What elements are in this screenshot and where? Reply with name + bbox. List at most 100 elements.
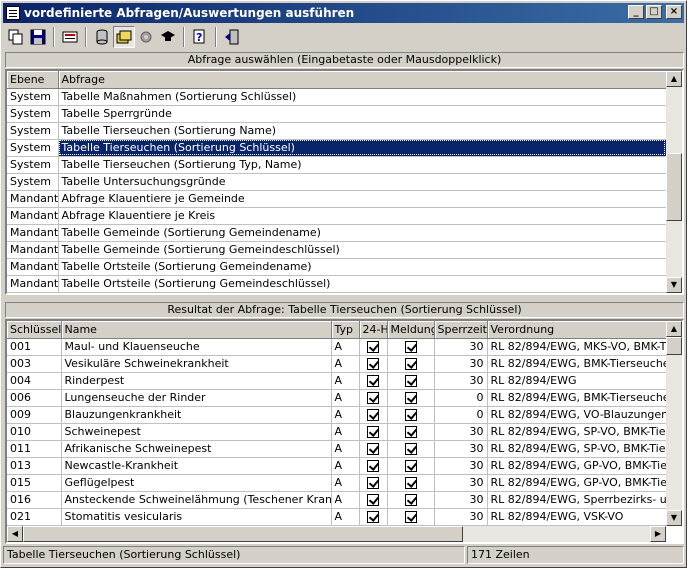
query-cell-abfrage[interactable]: Tabelle Tierseuchen (Sortierung Schlüsse…: [58, 139, 667, 157]
result-cell-meldung[interactable]: [387, 406, 435, 424]
result-cell-sperrzeit[interactable]: 30: [434, 372, 488, 390]
result-cell-sperrzeit[interactable]: 30: [434, 355, 488, 373]
result-cell-typ[interactable]: A: [331, 457, 360, 475]
result-cell-name[interactable]: Blauzungenkrankheit: [61, 406, 332, 424]
checkbox-24h[interactable]: [367, 409, 379, 421]
query-cell-abfrage[interactable]: Tabelle Tierseuchen (Sortierung Name): [58, 122, 667, 140]
result-row[interactable]: 013 Newcastle-Krankheit A 30 RL 82/894/EWG, …: [7, 457, 682, 475]
checkbox-meldung[interactable]: [404, 494, 417, 506]
result-cell-h24[interactable]: [359, 457, 388, 475]
result-cell-name[interactable]: Geflügelpest: [61, 474, 332, 492]
result-cell-sperrzeit[interactable]: 30: [434, 457, 488, 475]
query-row[interactable]: System Tabelle Tierseuchen (Sortierung Sc…: [7, 139, 667, 157]
result-grid[interactable]: Schlüssel Name Typ 24-H Meldung Sperrzei…: [5, 319, 684, 544]
result-cell-h24[interactable]: [359, 338, 388, 356]
query-row[interactable]: Mandant Tabelle Ortsteile (Sortierung Gem…: [7, 275, 667, 293]
result-cell-name[interactable]: Ansteckende Schweinelähmung (Teschener K…: [61, 491, 332, 509]
checkbox-meldung[interactable]: [404, 511, 417, 523]
query-cell-abfrage[interactable]: Tabelle Ortsteile (Sortierung Gemeindena…: [58, 258, 667, 276]
result-cell-h24[interactable]: [359, 406, 388, 424]
query-cell-ebene[interactable]: System: [7, 139, 59, 157]
query-cell-ebene[interactable]: Mandant: [7, 207, 59, 225]
settings-icon[interactable]: [135, 26, 157, 48]
column-header-verordnung[interactable]: Verordnung: [487, 321, 682, 339]
result-cell-sperrzeit[interactable]: 30: [434, 491, 488, 509]
checkbox-meldung[interactable]: [404, 426, 417, 438]
query-row[interactable]: System Tabelle Sperrgründe: [7, 105, 667, 123]
column-header-sperrzeit[interactable]: Sperrzeit: [434, 321, 488, 339]
checkbox-meldung[interactable]: [404, 392, 417, 404]
result-row[interactable]: 016 Ansteckende Schweinelähmung (Teschene…: [7, 491, 682, 509]
checkbox-24h[interactable]: [367, 494, 379, 506]
query-row[interactable]: Mandant Tabelle Ortsteile (Sortierung Gem…: [7, 258, 667, 276]
result-cell-meldung[interactable]: [387, 423, 435, 441]
result-cell-key[interactable]: 006: [7, 389, 62, 407]
result-cell-verordnung[interactable]: RL 82/894/EWG, SP-VO, BMK-Tierseuchen: [487, 440, 682, 458]
query-cell-abfrage[interactable]: Tabelle Maßnahmen (Sortierung Schlüssel): [58, 88, 667, 106]
result-cell-h24[interactable]: [359, 389, 388, 407]
query-cell-ebene[interactable]: System: [7, 105, 59, 123]
result-cell-name[interactable]: Newcastle-Krankheit: [61, 457, 332, 475]
checkbox-meldung[interactable]: [404, 358, 417, 370]
result-cell-key[interactable]: 013: [7, 457, 62, 475]
column-header-24h[interactable]: 24-H: [359, 321, 388, 339]
query-cell-abfrage[interactable]: Tabelle Sperrgründe: [58, 105, 667, 123]
result-cell-meldung[interactable]: [387, 440, 435, 458]
close-button[interactable]: ×: [666, 5, 682, 19]
result-cell-h24[interactable]: [359, 372, 388, 390]
result-cell-h24[interactable]: [359, 423, 388, 441]
result-cell-sperrzeit[interactable]: 0: [434, 389, 488, 407]
column-header-name[interactable]: Name: [61, 321, 332, 339]
result-cell-name[interactable]: Lungenseuche der Rinder: [61, 389, 332, 407]
query-cell-abfrage[interactable]: Tabelle Gemeinde (Sortierung Gemeindesch…: [58, 241, 667, 259]
query-cell-ebene[interactable]: Mandant: [7, 224, 59, 242]
result-cell-typ[interactable]: A: [331, 389, 360, 407]
help-icon[interactable]: ?: [189, 26, 211, 48]
query-cell-abfrage[interactable]: Abfrage Klauentiere je Gemeinde: [58, 190, 667, 208]
checkbox-meldung[interactable]: [404, 477, 417, 489]
result-cell-h24[interactable]: [359, 508, 388, 526]
query-row[interactable]: System Tabelle Untersuchungsgründe: [7, 173, 667, 191]
query-row[interactable]: Mandant Abfrage Klauentiere je Kreis: [7, 207, 667, 225]
checkbox-meldung[interactable]: [404, 409, 417, 421]
result-cell-sperrzeit[interactable]: 0: [434, 406, 488, 424]
checkbox-24h[interactable]: [367, 443, 379, 455]
result-row[interactable]: 021 Stomatitis vesicularis A 30 RL 82/894/EW…: [7, 508, 682, 526]
result-cell-verordnung[interactable]: RL 82/894/EWG, BMK-Tierseuchen: [487, 355, 682, 373]
result-horizontal-scrollbar[interactable]: ◀ ▶: [7, 526, 666, 542]
maximize-button[interactable]: □: [646, 5, 662, 19]
folders-icon[interactable]: [113, 26, 135, 48]
result-cell-typ[interactable]: A: [331, 423, 360, 441]
scroll-down-button[interactable]: ▼: [666, 277, 682, 293]
result-cell-name[interactable]: Stomatitis vesicularis: [61, 508, 332, 526]
result-cell-meldung[interactable]: [387, 508, 435, 526]
query-cell-ebene[interactable]: Mandant: [7, 258, 59, 276]
result-cell-sperrzeit[interactable]: 30: [434, 440, 488, 458]
scroll-right-button[interactable]: ▶: [650, 526, 666, 542]
result-cell-typ[interactable]: A: [331, 338, 360, 356]
result-cell-typ[interactable]: A: [331, 508, 360, 526]
result-cell-meldung[interactable]: [387, 372, 435, 390]
result-cell-verordnung[interactable]: RL 82/894/EWG, Sperrbezirks- und Maßnahm…: [487, 491, 682, 509]
title-bar[interactable]: vordefinierte Abfragen/Auswertungen ausf…: [3, 3, 684, 23]
result-row[interactable]: 015 Geflügelpest A 30 RL 82/894/EWG, GP-VO, …: [7, 474, 682, 492]
query-cell-ebene[interactable]: System: [7, 173, 59, 191]
checkbox-meldung[interactable]: [404, 375, 417, 387]
scroll-up-button[interactable]: ▲: [666, 321, 682, 337]
minimize-button[interactable]: _: [628, 5, 644, 19]
checkbox-24h[interactable]: [367, 426, 379, 438]
result-cell-meldung[interactable]: [387, 474, 435, 492]
query-cell-ebene[interactable]: Mandant: [7, 241, 59, 259]
result-cell-key[interactable]: 009: [7, 406, 62, 424]
result-cell-sperrzeit[interactable]: 30: [434, 508, 488, 526]
database-icon[interactable]: [91, 26, 113, 48]
column-header-typ[interactable]: Typ: [331, 321, 360, 339]
result-cell-key[interactable]: 004: [7, 372, 62, 390]
scroll-thumb[interactable]: [666, 337, 682, 355]
result-row[interactable]: 001 Maul- und Klauenseuche A 30 RL 82/894/EW…: [7, 338, 682, 356]
result-cell-key[interactable]: 011: [7, 440, 62, 458]
result-cell-verordnung[interactable]: RL 82/894/EWG, VO-Blauzungenkrankheit: [487, 406, 682, 424]
result-cell-verordnung[interactable]: RL 82/894/EWG, BMK-Tierseuchen: [487, 389, 682, 407]
query-cell-ebene[interactable]: System: [7, 122, 59, 140]
result-cell-key[interactable]: 015: [7, 474, 62, 492]
